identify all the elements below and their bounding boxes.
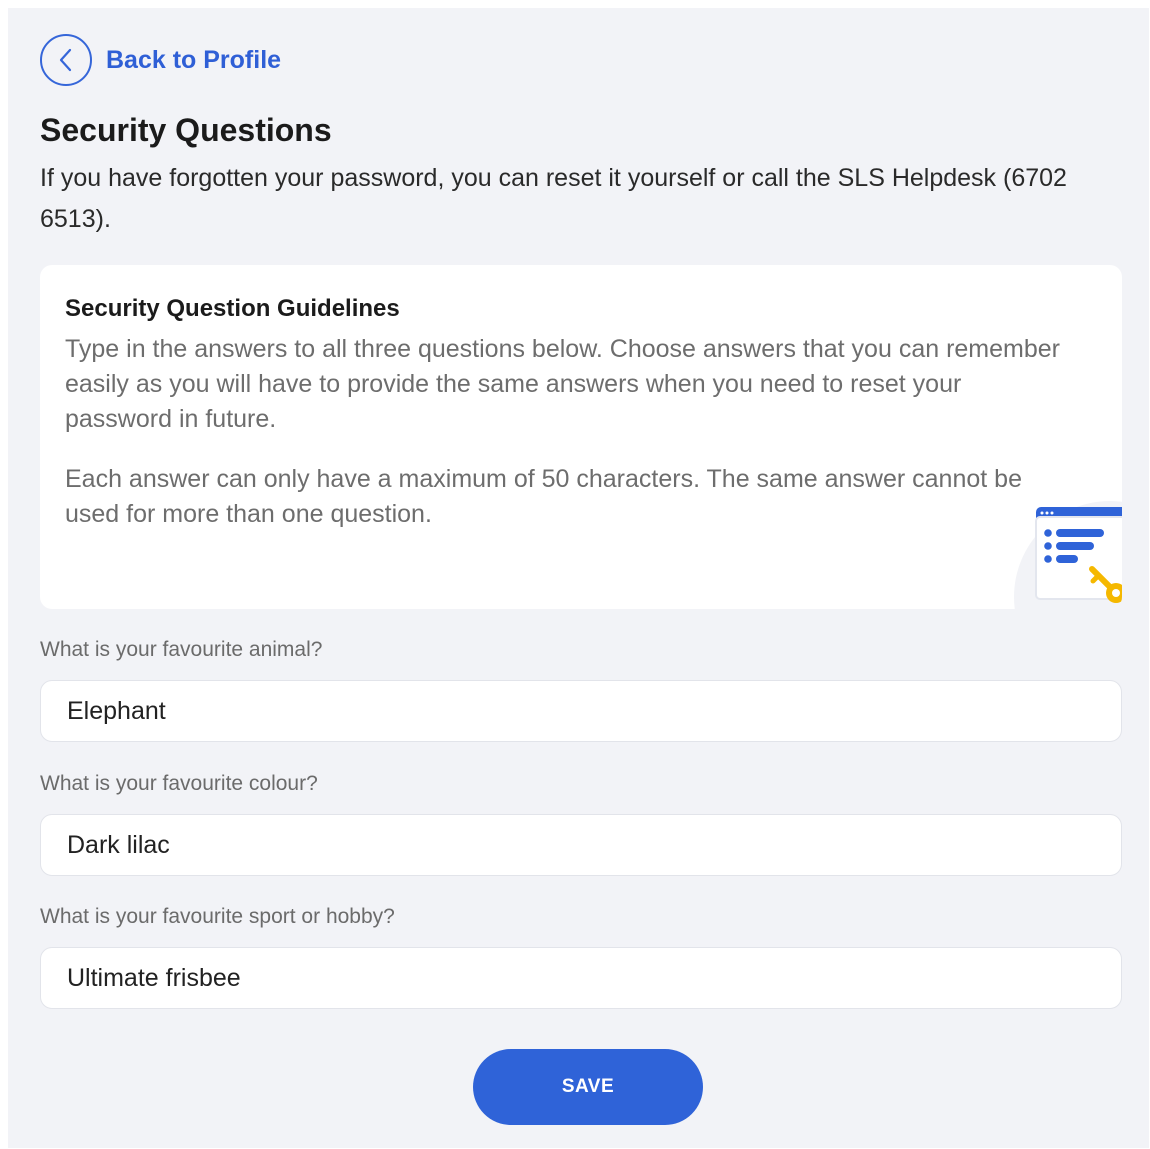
security-questions-panel: Back to Profile Security Questions If yo… [8,8,1149,1148]
back-to-profile-link[interactable]: Back to Profile [40,34,281,86]
guidelines-card: Security Question Guidelines Type in the… [40,265,1122,609]
question-label-sport-hobby: What is your favourite sport or hobby? [40,905,395,928]
answer-input-sport-hobby[interactable] [40,947,1122,1009]
guidelines-paragraph-1: Type in the answers to all three questio… [65,335,1060,433]
question-label-colour: What is your favourite colour? [40,772,318,795]
page-title: Security Questions [40,112,332,148]
save-button[interactable]: SAVE [473,1049,703,1125]
chevron-left-icon[interactable] [40,34,92,86]
document-key-icon [1014,501,1122,609]
answer-input-colour[interactable] [40,814,1122,876]
page-subtitle: If you have forgotten your password, you… [40,164,1067,233]
question-label-animal: What is your favourite animal? [40,638,323,661]
guidelines-title: Security Question Guidelines [65,295,400,322]
back-link-label[interactable]: Back to Profile [106,46,281,75]
guidelines-paragraph-2: Each answer can only have a maximum of 5… [65,465,1022,528]
answer-input-animal[interactable] [40,680,1122,742]
